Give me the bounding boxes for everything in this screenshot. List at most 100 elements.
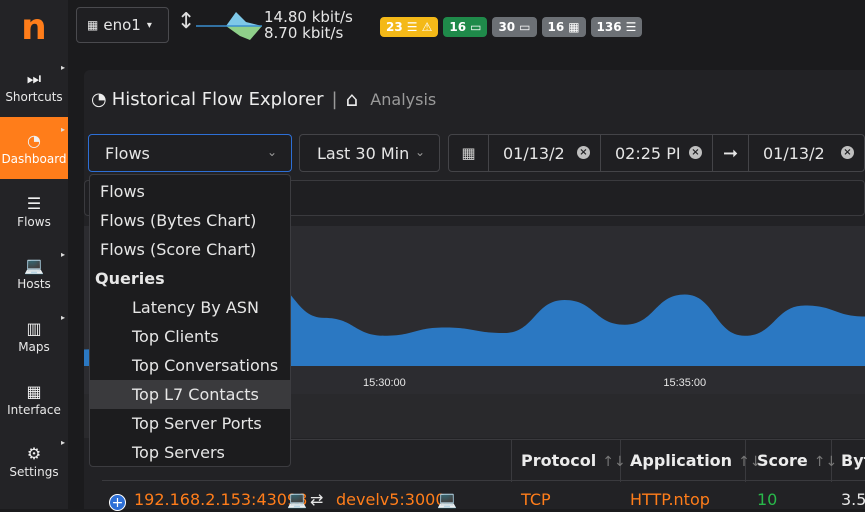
chevron-down-icon: ⌄ [414,145,425,159]
list-icon: ☰ [625,20,637,34]
up-down-arrows-icon: ↕ [177,9,196,34]
arrow-right-icon: ➞ [713,135,749,171]
gauge-icon: ◔ [27,131,41,150]
home-icon[interactable]: ⌂ [346,87,359,111]
score-cell: 10 [757,490,778,509]
interface-select[interactable]: ▦ eno1 ▾ [76,7,169,43]
dropdown-option[interactable]: Latency By ASN [90,293,290,322]
ethernet-icon: ▦ [26,382,42,401]
time-range-value: Last 30 Min [317,143,410,163]
map-icon: ▥ [26,319,42,338]
list-warning-icon: ☰ ⚠ [406,20,433,34]
sidebar-item-dashboard[interactable]: ◔ Dashboard ▸ [0,117,68,179]
dropdown-option[interactable]: Flows [90,177,290,206]
dropdown-group-header: Queries [95,269,165,288]
start-time-value: 02:25 PI [615,143,681,163]
clear-icon[interactable]: × [577,146,590,159]
interface-name: eno1 [103,16,141,34]
sidebar-item-label: Maps [18,340,50,354]
clear-icon[interactable]: × [841,146,854,159]
status-badges: 23 ☰ ⚠ 16 ▭ 30 ▭ 16 ▦ 136 ☰ [380,17,643,37]
caret-right-icon: ▸ [60,125,65,134]
ethernet-icon: ▦ [568,20,580,34]
sidebar: n ⏭ Shortcuts ▸ ◔ Dashboard ▸ ☰ Flows 💻 Hosts ▸ ▥ Ma… [0,0,68,509]
status-badge[interactable]: 23 ☰ ⚠ [380,17,439,37]
caret-right-icon: ▸ [60,313,65,322]
query-select-value: Flows [105,143,150,163]
date-range-group: ▦ 01/13/2 × 02:25 PI × ➞ 01/13/2 × [448,134,865,172]
cog-icon: ⚙ [26,444,42,463]
column-header-label: Application [630,451,733,470]
caret-down-icon: ▾ [146,19,152,31]
column-header-label: Byt [841,451,865,470]
column-header[interactable]: Protocol ↑↓ [521,451,626,470]
sidebar-item-shortcuts[interactable]: ⏭ Shortcuts ▸ [0,55,68,117]
status-badge[interactable]: 136 ☰ [590,17,643,37]
sidebar-item-settings[interactable]: ⚙ Settings ▸ [0,430,68,492]
caret-right-icon: ▸ [60,63,65,72]
dropdown-option[interactable]: Top Conversations [90,351,290,380]
badge-count: 23 [386,20,403,34]
breadcrumb[interactable]: Analysis [370,90,436,109]
page-title: Historical Flow Explorer [111,88,324,110]
dropdown-option[interactable]: Top Server Ports [90,409,290,438]
server-host[interactable]: develv5:3000 [336,490,446,509]
start-date-value: 01/13/2 [503,143,565,163]
dropdown-option[interactable]: Flows (Bytes Chart) [90,206,290,235]
status-badge[interactable]: 16 ▦ [541,17,586,37]
query-select[interactable]: Flows ⌄ [88,134,292,172]
traffic-up: 14.80 kbit/s [264,8,353,26]
expand-row-icon[interactable]: + [109,494,126,511]
end-date-field[interactable]: 01/13/2 × [749,135,864,171]
page-header: ◔ Historical Flow Explorer | ⌂ Analysis [91,86,436,112]
sidebar-item-label: Dashboard [1,152,67,166]
dropdown-option[interactable]: Flows (Score Chart) [90,235,290,264]
badge-count: 16 [547,20,565,34]
time-range-select[interactable]: Last 30 Min ⌄ [299,134,440,172]
traffic-sparkline [196,12,262,40]
laptop-icon: ▭ [470,20,482,34]
laptop-icon: 💻 [24,256,44,275]
status-badge[interactable]: 30 ▭ [492,17,537,37]
traffic-down: 8.70 kbit/s [264,24,344,42]
sidebar-item-hosts[interactable]: 💻 Hosts ▸ [0,242,68,304]
protocol-cell[interactable]: TCP [521,490,551,509]
sidebar-item-maps[interactable]: ▥ Maps ▸ [0,305,68,367]
column-divider [511,440,512,482]
gauge-icon: ◔ [91,88,107,110]
x-tick-label: 15:30:00 [363,377,406,389]
start-date-field[interactable]: 01/13/2 × [489,135,601,171]
bytes-cell: 3.5 [841,490,865,509]
ethernet-icon: ▦ [87,18,99,32]
dropdown-option[interactable]: Top L7 Contacts [90,380,290,409]
column-header[interactable]: Byt [841,451,865,470]
fast-forward-icon: ⏭ [26,69,42,88]
bars-icon: ☰ [26,194,42,213]
sort-icon: ↑↓ [813,454,838,470]
laptop-icon: ▭ [519,20,531,34]
table-row[interactable]: + 192.168.2.153:43098 💻 ⇄ develv5:3000 💻… [102,482,865,511]
client-host[interactable]: 192.168.2.153:43098 [134,490,307,509]
calendar-icon[interactable]: ▦ [449,135,489,171]
column-header-label: Score [757,451,808,470]
column-header[interactable]: Application ↑↓ [630,451,762,470]
laptop-icon: 💻 [287,490,307,509]
query-dropdown-menu: Flows Flows (Bytes Chart) Flows (Score Cha… [89,174,291,467]
sidebar-item-flows[interactable]: ☰ Flows [0,180,68,242]
sidebar-item-label: Interface [7,403,61,417]
badge-count: 136 [596,20,622,34]
column-header[interactable]: Score ↑↓ [757,451,837,470]
x-tick-label: 15:35:00 [663,377,706,389]
sidebar-item-interface[interactable]: ▦ Interface [0,368,68,430]
clear-icon[interactable]: × [689,146,702,159]
ntop-logo[interactable]: n [0,0,68,55]
start-time-field[interactable]: 02:25 PI × [601,135,713,171]
sidebar-item-label: Shortcuts [5,90,63,104]
badge-count: 16 [449,20,467,34]
application-cell[interactable]: HTTP.ntop [630,490,710,509]
status-badge[interactable]: 16 ▭ [443,17,488,37]
dropdown-option[interactable]: Top Clients [90,322,290,351]
sidebar-item-label: Hosts [17,277,51,291]
dropdown-option[interactable]: Top Servers [90,438,290,467]
chevron-down-icon: ⌄ [266,145,277,159]
